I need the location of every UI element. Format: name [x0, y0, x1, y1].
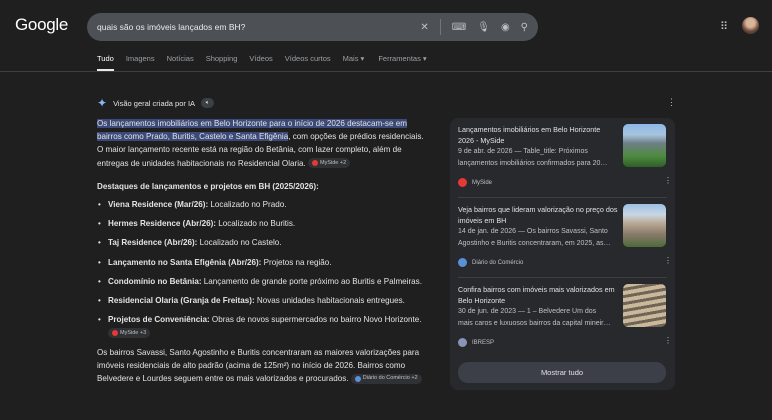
tab-tudo[interactable]: Tudo	[97, 54, 114, 71]
source-site: MySide	[472, 179, 493, 186]
intro-paragraph: Os lançamentos imobiliários em Belo Hori…	[97, 117, 427, 170]
source-site: Diário do Comércio	[472, 259, 524, 266]
source-snippet: Agostinho e Buritis concentraram, em 202…	[458, 240, 611, 247]
tab-noticias[interactable]: Notícias	[167, 54, 194, 71]
tab-shopping[interactable]: Shopping	[206, 54, 238, 71]
source-site: IBRESP	[472, 339, 495, 346]
divider	[0, 71, 772, 72]
more-options-icon[interactable]: ⋮	[664, 176, 672, 185]
more-options-icon[interactable]: ⋮	[664, 256, 672, 265]
more-options-icon[interactable]: ⋮	[664, 336, 672, 345]
list-item: Viena Residence (Mar/26): Localizado no …	[97, 198, 427, 211]
highlights-list: Viena Residence (Mar/26): Localizado no …	[97, 198, 427, 340]
source-card[interactable]: Confira bairros com imóveis mais valoriz…	[458, 278, 672, 358]
ai-overview-body: Os lançamentos imobiliários em Belo Hori…	[97, 117, 427, 385]
source-card[interactable]: Veja bairros que lideram valorização no …	[458, 198, 672, 278]
myside-icon	[458, 178, 467, 187]
ai-overview-header: ✦ Visão geral criada por IA 🔈︎	[97, 96, 215, 110]
chip-label: MySide +2	[320, 159, 347, 166]
list-item: Lançamento no Santa Efigênia (Abr/26): P…	[97, 256, 427, 269]
source-thumbnail[interactable]	[623, 284, 666, 327]
source-chip[interactable]: MySide +3	[108, 328, 151, 339]
source-card[interactable]: Lançamentos imobiliários em Belo Horizon…	[458, 118, 672, 198]
tab-imagens[interactable]: Imagens	[126, 54, 155, 71]
source-thumbnail[interactable]	[623, 124, 666, 167]
source-title[interactable]: Lançamentos imobiliários em Belo Horizon…	[458, 124, 618, 146]
google-logo[interactable]: Google	[15, 15, 68, 35]
ai-overview-title: Visão geral criada por IA	[113, 98, 196, 108]
tab-videos-curtos[interactable]: Vídeos curtos	[285, 54, 331, 71]
sources-panel: Lançamentos imobiliários em Belo Horizon…	[450, 118, 675, 390]
search-input[interactable]: quais são os imóveis lançados em BH?	[97, 22, 420, 32]
source-snippet: mais caros e luxuosos bairros da capital…	[458, 320, 611, 327]
list-item: Residencial Olaria (Granja de Freitas): …	[97, 294, 427, 307]
source-snippet: 14 de jan. de 2026 — Os bairros Savassi,…	[458, 228, 608, 235]
avatar[interactable]	[742, 17, 759, 34]
tab-ferramentas[interactable]: Ferramentas ▾	[378, 54, 426, 71]
lens-icon[interactable]: ◉	[501, 22, 510, 33]
divider	[439, 19, 441, 35]
source-chip[interactable]: Diário do Comércio +2	[350, 373, 422, 384]
microphone-icon[interactable]: 🎙︎	[477, 22, 490, 33]
apps-grid-icon[interactable]: ⠿	[720, 20, 728, 33]
summary-paragraph: Os bairros Savassi, Santo Agostinho e Bu…	[97, 346, 427, 386]
sparkle-icon: ✦	[97, 96, 108, 110]
source-chip[interactable]: MySide +2	[308, 158, 351, 169]
source-title[interactable]: Confira bairros com imóveis mais valoriz…	[458, 284, 618, 306]
chip-label: MySide +3	[120, 329, 147, 336]
myside-icon	[112, 330, 118, 337]
list-item: Projetos de Conveniência: Obras de novos…	[97, 313, 427, 339]
diario-icon	[458, 258, 467, 267]
list-item: Hermes Residence (Abr/26): Localizado no…	[97, 217, 427, 230]
diario-icon	[354, 375, 361, 382]
chip-label: Diário do Comércio +2	[362, 375, 418, 382]
tab-mais[interactable]: Mais ▾	[343, 54, 365, 71]
speaker-icon[interactable]: 🔈︎	[201, 98, 215, 108]
search-bar[interactable]: quais são os imóveis lançados em BH? ✕ ⌨…	[87, 13, 538, 41]
keyboard-icon[interactable]: ⌨	[452, 22, 466, 33]
source-title[interactable]: Veja bairros que lideram valorização no …	[458, 204, 618, 226]
tab-videos[interactable]: Vídeos	[249, 54, 272, 71]
clear-icon[interactable]: ✕	[420, 22, 428, 33]
section-heading: Destaques de lançamentos e projetos em B…	[97, 181, 319, 191]
search-tabs: Tudo Imagens Notícias Shopping Vídeos Ví…	[97, 54, 427, 71]
show-all-button[interactable]: Mostrar tudo	[458, 362, 666, 383]
source-snippet: 9 de abr. de 2026 — Table_title: Próximo…	[458, 148, 588, 155]
ibresp-icon	[458, 338, 467, 347]
list-item: Taj Residence (Abr/26): Localizado no Ca…	[97, 236, 427, 249]
more-options-icon[interactable]: ⋮	[667, 97, 676, 108]
source-thumbnail[interactable]	[623, 204, 666, 247]
source-snippet: lançamentos imobiliários confirmados par…	[458, 160, 608, 167]
source-snippet: 30 de jun. de 2023 — 1 – Belvedere Um do…	[458, 308, 597, 315]
myside-icon	[312, 160, 319, 167]
search-icon[interactable]: ⚲	[521, 22, 528, 33]
list-item: Condomínio no Betânia: Lançamento de gra…	[97, 275, 427, 288]
